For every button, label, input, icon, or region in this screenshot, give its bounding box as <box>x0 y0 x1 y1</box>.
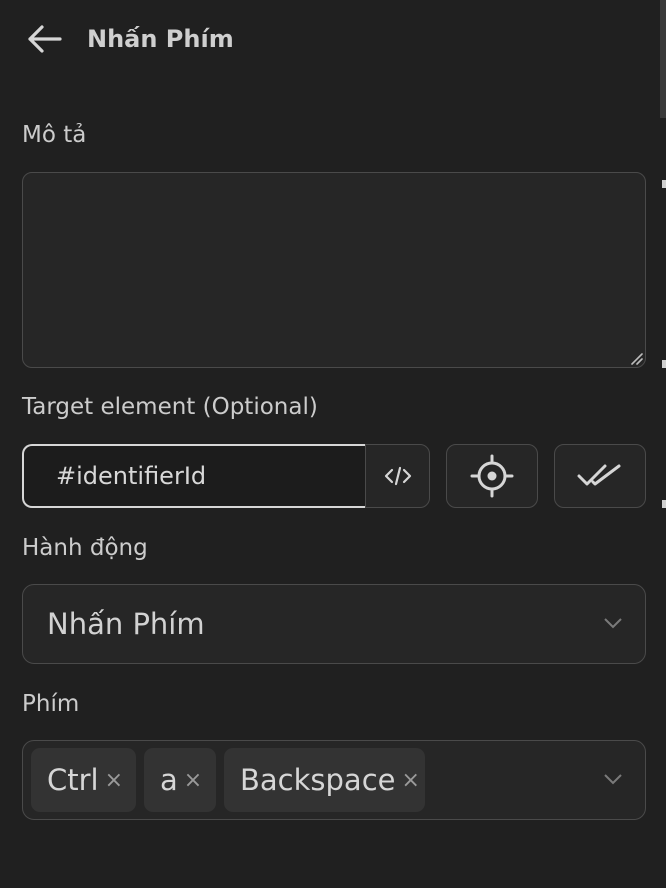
description-label: Mô tả <box>22 122 87 148</box>
tick-mark <box>662 180 666 188</box>
verify-element-button[interactable] <box>554 444 646 508</box>
code-icon <box>384 466 411 486</box>
chip-label: Ctrl <box>47 763 99 797</box>
page-title: Nhấn Phím <box>87 25 234 53</box>
action-select[interactable]: Nhấn Phím <box>22 584 646 664</box>
key-chip-ctrl: Ctrl × <box>31 748 136 812</box>
double-check-icon <box>577 464 621 486</box>
arrow-left-icon <box>28 25 62 53</box>
remove-chip-icon[interactable]: × <box>401 768 419 793</box>
code-button[interactable] <box>365 444 430 508</box>
chevron-down-icon <box>604 618 622 629</box>
description-textarea[interactable] <box>22 172 646 368</box>
remove-chip-icon[interactable]: × <box>105 768 123 793</box>
target-selector-input[interactable]: #identifierId <box>22 444 367 508</box>
keys-label: Phím <box>22 691 80 717</box>
remove-chip-icon[interactable]: × <box>184 768 202 793</box>
key-chip-a: a × <box>144 748 216 812</box>
key-chip-backspace: Backspace × <box>224 748 425 812</box>
chevron-down-icon <box>604 774 622 785</box>
crosshair-icon <box>470 454 514 498</box>
tick-mark <box>662 360 666 368</box>
resize-handle-icon[interactable] <box>629 351 643 365</box>
tick-mark <box>662 500 666 508</box>
scrollbar[interactable] <box>660 0 666 118</box>
back-button[interactable] <box>26 22 66 56</box>
target-element-label: Target element (Optional) <box>22 394 318 420</box>
action-label: Hành động <box>22 535 148 561</box>
action-selected-value: Nhấn Phím <box>47 607 205 641</box>
chip-label: Backspace <box>240 763 396 797</box>
pick-element-button[interactable] <box>446 444 538 508</box>
chip-label: a <box>160 763 178 797</box>
